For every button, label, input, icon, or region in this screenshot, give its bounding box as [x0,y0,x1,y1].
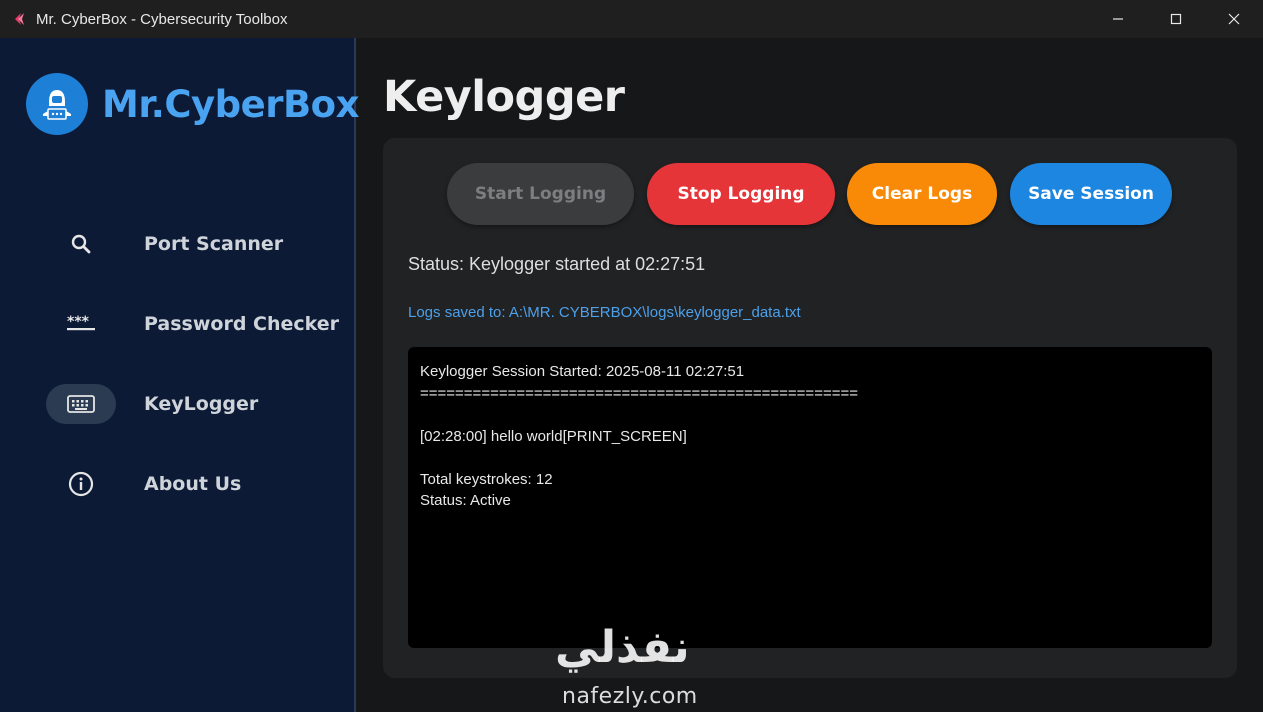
svg-text:***: *** [67,314,90,330]
keylogger-panel: Start Logging Stop Logging Clear Logs Sa… [383,138,1237,678]
watermark-latin: nafezly.com [562,684,698,709]
maximize-icon [1170,13,1182,25]
sidebar-item-label: Password Checker [144,313,340,335]
sidebar-item-keylogger[interactable]: KeyLogger [46,384,258,424]
window-controls [1089,0,1263,38]
stop-logging-button[interactable]: Stop Logging [647,163,835,225]
app-logo-icon [12,12,26,26]
page-title: Keylogger [383,72,625,122]
info-icon [46,464,116,504]
watermark-arabic: نفذلي [555,622,690,673]
brand: Mr.CyberBox [26,73,359,135]
console-line: ========================================… [420,384,858,402]
maximize-button[interactable] [1147,0,1205,38]
password-icon: *** [46,304,116,344]
log-console[interactable]: Keylogger Session Started: 2025-08-11 02… [408,347,1212,648]
console-line: Status: Active [420,492,511,509]
sidebar-item-about-us[interactable]: About Us [46,464,241,504]
start-logging-button[interactable]: Start Logging [447,163,634,225]
sidebar-item-label: About Us [144,473,242,495]
brand-name: Mr.CyberBox [102,82,359,126]
close-icon [1228,13,1240,25]
minimize-icon [1113,18,1123,20]
close-button[interactable] [1205,0,1263,38]
sidebar-item-port-scanner[interactable]: Port Scanner [46,224,283,264]
sidebar-item-password-checker[interactable]: *** Password Checker [46,304,339,344]
keyboard-icon [46,384,116,424]
status-text: Status: Keylogger started at 02:27:51 [408,254,706,274]
console-line: Total keystrokes: 12 [420,470,553,488]
log-path-text: Logs saved to: A:\MR. CYBERBOX\logs\keyl… [408,304,801,321]
minimize-button[interactable] [1089,0,1147,38]
hacker-logo-icon [26,73,88,135]
clear-logs-button[interactable]: Clear Logs [847,163,997,225]
console-line: Keylogger Session Started: 2025-08-11 02… [420,363,745,380]
title-bar: Mr. CyberBox - Cybersecurity Toolbox [0,0,1263,38]
console-line: [02:28:00] hello world[PRINT_SCREEN] [420,427,687,445]
save-session-button[interactable]: Save Session [1010,163,1172,225]
sidebar-item-label: Port Scanner [144,233,284,255]
search-icon [46,224,116,264]
window-title: Mr. CyberBox - Cybersecurity Toolbox [36,10,288,28]
sidebar: Mr.CyberBox Port Scanner *** Password Ch… [0,38,359,712]
sidebar-item-label: KeyLogger [144,393,259,415]
